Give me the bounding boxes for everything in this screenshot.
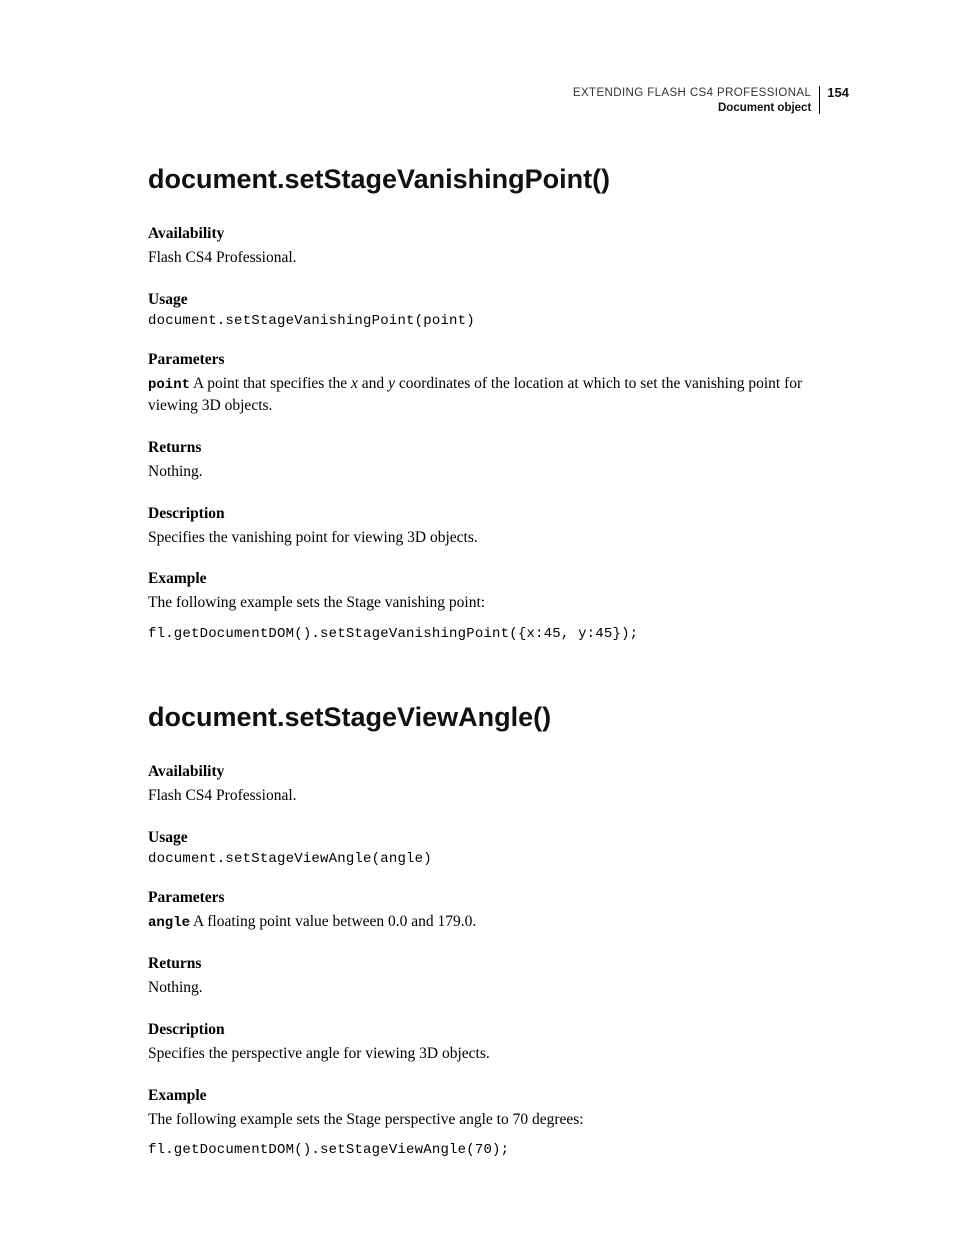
usage-block: Usage document.setStageVanishingPoint(po… [148, 291, 849, 329]
example-block-2: Example The following example sets the S… [148, 1087, 849, 1159]
method-title-setstageviewangle: document.setStageViewAngle() [148, 702, 849, 733]
availability-text: Flash CS4 Professional. [148, 247, 849, 269]
param-name-angle: angle [148, 915, 190, 931]
returns-heading: Returns [148, 439, 849, 457]
returns-heading-2: Returns [148, 955, 849, 973]
description-block: Description Specifies the vanishing poin… [148, 505, 849, 549]
returns-block-2: Returns Nothing. [148, 955, 849, 999]
example-code: fl.getDocumentDOM().setStageVanishingPoi… [148, 626, 849, 642]
availability-block-2: Availability Flash CS4 Professional. [148, 763, 849, 807]
param-y-italic: y [388, 375, 395, 392]
param-text-pre: A point that specifies the [190, 375, 351, 392]
header-chapter-title: Document object [573, 101, 811, 116]
param-x-italic: x [351, 375, 358, 392]
returns-block: Returns Nothing. [148, 439, 849, 483]
availability-heading-2: Availability [148, 763, 849, 781]
availability-heading: Availability [148, 225, 849, 243]
description-text-2: Specifies the perspective angle for view… [148, 1043, 849, 1065]
method-title-setstagevanishingpoint: document.setStageVanishingPoint() [148, 164, 849, 195]
param-angle-text: A floating point value between 0.0 and 1… [190, 913, 476, 930]
availability-text-2: Flash CS4 Professional. [148, 785, 849, 807]
usage-heading: Usage [148, 291, 849, 309]
description-heading: Description [148, 505, 849, 523]
example-text-2: The following example sets the Stage per… [148, 1109, 849, 1131]
header-text-block: EXTENDING FLASH CS4 PROFESSIONAL Documen… [573, 86, 819, 116]
parameters-heading: Parameters [148, 351, 849, 369]
example-text: The following example sets the Stage van… [148, 592, 849, 614]
parameters-text-2: angle A floating point value between 0.0… [148, 911, 849, 934]
parameters-heading-2: Parameters [148, 889, 849, 907]
param-name-point: point [148, 377, 190, 393]
description-block-2: Description Specifies the perspective an… [148, 1021, 849, 1065]
usage-heading-2: Usage [148, 829, 849, 847]
section-spacer [148, 664, 849, 702]
returns-text-2: Nothing. [148, 977, 849, 999]
usage-block-2: Usage document.setStageViewAngle(angle) [148, 829, 849, 867]
parameters-block: Parameters point A point that specifies … [148, 351, 849, 417]
description-text: Specifies the vanishing point for viewin… [148, 527, 849, 549]
page-container: EXTENDING FLASH CS4 PROFESSIONAL Documen… [0, 0, 954, 1240]
usage-code: document.setStageVanishingPoint(point) [148, 313, 849, 329]
example-block: Example The following example sets the S… [148, 570, 849, 642]
parameters-text: point A point that specifies the x and y… [148, 373, 849, 417]
example-heading-2: Example [148, 1087, 849, 1105]
parameters-block-2: Parameters angle A floating point value … [148, 889, 849, 934]
returns-text: Nothing. [148, 461, 849, 483]
usage-code-2: document.setStageViewAngle(angle) [148, 851, 849, 867]
param-and: and [358, 375, 388, 392]
example-heading: Example [148, 570, 849, 588]
availability-block: Availability Flash CS4 Professional. [148, 225, 849, 269]
header-book-title: EXTENDING FLASH CS4 PROFESSIONAL [573, 86, 811, 101]
running-header: EXTENDING FLASH CS4 PROFESSIONAL Documen… [148, 86, 849, 116]
page-number: 154 [827, 86, 849, 99]
example-code-2: fl.getDocumentDOM().setStageViewAngle(70… [148, 1142, 849, 1158]
header-divider [819, 86, 820, 114]
description-heading-2: Description [148, 1021, 849, 1039]
